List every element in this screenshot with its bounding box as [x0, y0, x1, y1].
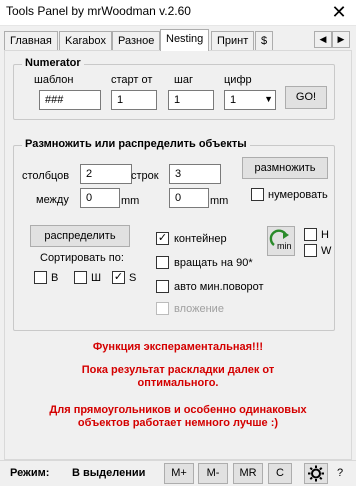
rows-label: строк [131, 170, 159, 182]
distribute-button[interactable]: распределить [30, 225, 130, 247]
unit-label-1: mm [121, 195, 140, 207]
tab-nesting[interactable]: Nesting [160, 29, 210, 51]
multiply-title: Размножить или распределить объекты [22, 138, 250, 150]
mode-label: Режим: [10, 467, 50, 479]
help-icon[interactable]: ? [337, 467, 343, 479]
start-label: старт от [111, 74, 153, 86]
w-checkbox[interactable] [304, 244, 317, 257]
title-bar: Tools Panel by mrWoodman v.2.60 ✕ [0, 0, 356, 26]
start-input[interactable]: 1 [111, 90, 157, 110]
digits-select[interactable]: 1 ▼ [224, 90, 276, 110]
auto-rotate-label: авто мин.поворот [174, 281, 264, 293]
digits-label: цифр [224, 74, 252, 86]
min-rotate-button[interactable]: min [267, 226, 295, 256]
step-label: шаг [174, 74, 193, 86]
memory-recall-button[interactable]: MR [233, 463, 263, 484]
nesting-panel: Numerator шаблон старт от шаг цифр ### 1… [4, 50, 352, 460]
columns-label: столбцов [22, 170, 70, 182]
sort-sh-label: Ш [91, 272, 102, 284]
note-experimental: Функция экспераментальная!!! [92, 341, 264, 353]
w-label: W [321, 245, 332, 257]
go-button[interactable]: GO! [285, 86, 327, 109]
tab-karabox[interactable]: Karabox [59, 31, 112, 50]
numerate-checkbox[interactable] [251, 188, 264, 201]
settings-button[interactable] [304, 463, 328, 484]
status-bar: Режим: В выделении M+ M- MR C ? [0, 460, 356, 486]
container-checkbox[interactable]: ✓ [156, 232, 169, 245]
note-rect-line1: Для прямоугольников и особенно одинаковы… [49, 404, 307, 416]
window-title: Tools Panel by mrWoodman v.2.60 [6, 4, 191, 18]
sort-checkbox-sh[interactable] [74, 271, 87, 284]
gap-input-2[interactable]: 0 [169, 188, 209, 208]
rotate90-label: вращать на 90* [174, 257, 253, 269]
chevron-down-icon[interactable]: ▼ [264, 94, 273, 104]
columns-input[interactable]: 2 [80, 164, 132, 184]
min-icon-text: min [277, 241, 292, 251]
rows-input[interactable]: 3 [169, 164, 221, 184]
auto-rotate-checkbox[interactable] [156, 280, 169, 293]
gear-icon [308, 465, 324, 482]
tab-print[interactable]: Принт [211, 31, 255, 50]
numerator-group: Numerator шаблон старт от шаг цифр ### 1… [13, 57, 335, 120]
sort-checkbox-s[interactable]: ✓ [112, 271, 125, 284]
sort-v-label: В [51, 272, 59, 284]
sort-s-label: S [129, 272, 137, 284]
tab-scroll-left-icon[interactable]: ◀ [314, 31, 332, 48]
sort-checkbox-v[interactable] [34, 271, 47, 284]
h-checkbox[interactable] [304, 228, 317, 241]
rotate90-checkbox[interactable] [156, 256, 169, 269]
multiply-group: Размножить или распределить объекты стол… [13, 138, 335, 331]
mode-value: В выделении [72, 467, 146, 479]
step-input[interactable]: 1 [168, 90, 214, 110]
memory-minus-button[interactable]: M- [198, 463, 228, 484]
note-result-line2: оптимального. [137, 377, 219, 389]
sort-label: Сортировать по: [40, 252, 124, 264]
numerator-title: Numerator [22, 57, 84, 69]
tab-glavnaya[interactable]: Главная [4, 31, 58, 50]
tab-raznoe[interactable]: Разное [112, 31, 161, 50]
nesting-checkbox[interactable] [156, 302, 169, 315]
tab-strip: Главная Karabox Разное Nesting Принт $ ◀… [4, 29, 354, 51]
note-rect-line2: объектов работает немного лучше :) [77, 417, 279, 429]
tab-scroll-right-icon[interactable]: ▶ [332, 31, 350, 48]
tab-dollar[interactable]: $ [255, 31, 274, 50]
template-label: шаблон [34, 74, 74, 86]
between-label: между [36, 194, 69, 206]
note-result-line1: Пока результат раскладки далек от [81, 364, 275, 376]
h-label: H [321, 229, 329, 241]
gap-input-1[interactable]: 0 [80, 188, 120, 208]
template-input[interactable]: ### [39, 90, 101, 110]
clear-button[interactable]: C [268, 463, 292, 484]
unit-label-2: mm [210, 195, 229, 207]
container-label: контейнер [174, 233, 227, 245]
memory-plus-button[interactable]: M+ [164, 463, 194, 484]
numerate-label: нумеровать [268, 189, 328, 201]
digits-value: 1 [230, 94, 237, 106]
multiply-button[interactable]: размножить [242, 157, 328, 179]
nesting-label: вложение [174, 303, 224, 315]
close-icon[interactable]: ✕ [322, 0, 356, 26]
